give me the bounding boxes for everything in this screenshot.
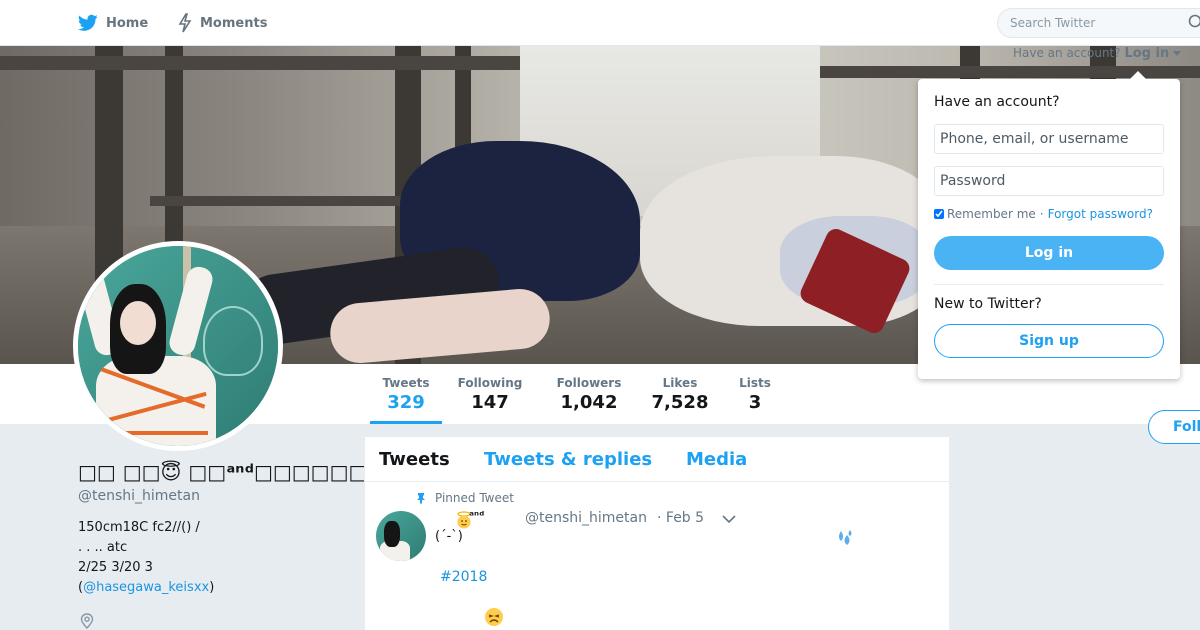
- stat-label: Likes: [662, 376, 698, 390]
- bio-line: 150cm18C fc2//() /: [78, 520, 200, 535]
- nav-home-label: Home: [106, 15, 149, 31]
- login-panel-title: Have an account?: [934, 94, 1060, 110]
- stat-value: 147: [471, 392, 509, 413]
- caret-down-icon[interactable]: [1173, 51, 1182, 57]
- tweet-date[interactable]: · Feb 5: [657, 510, 704, 526]
- tab-media[interactable]: Media: [686, 449, 747, 470]
- profile-name: □□ □□😇 □□ᵃⁿᵈ□□□□□□□: [78, 460, 387, 484]
- caret-down-icon[interactable]: [722, 515, 736, 524]
- timeline-divider: [365, 481, 951, 482]
- search-icon[interactable]: [1188, 14, 1200, 30]
- sweat-emoji-icon: [833, 529, 855, 551]
- bio-line: . . .. atc: [78, 540, 128, 555]
- tweet-hashtag[interactable]: #2018: [440, 569, 487, 585]
- stat-label: Followers: [556, 376, 622, 390]
- stat-value: 1,042: [560, 392, 618, 413]
- tab-tweets[interactable]: Tweets: [379, 449, 450, 470]
- separator-dot: ·: [1039, 207, 1044, 221]
- stat-tweets[interactable]: Tweets 329: [370, 364, 442, 424]
- twitter-bird-icon: [78, 14, 98, 31]
- username-field[interactable]: [934, 124, 1164, 154]
- login-panel-divider: [934, 284, 1164, 285]
- nav-home[interactable]: Home: [78, 0, 148, 46]
- search-input[interactable]: [997, 8, 1200, 38]
- login-button[interactable]: Log in: [934, 236, 1164, 270]
- tweet-author-handle[interactable]: @tenshi_himetan: [525, 510, 647, 526]
- pin-icon: [417, 493, 425, 504]
- pinned-text: Pinned Tweet: [435, 491, 514, 505]
- nav-moments[interactable]: Moments: [178, 0, 267, 46]
- remember-row: Remember me · Forgot password?: [934, 207, 1153, 221]
- stat-followers[interactable]: Followers 1,042: [552, 364, 626, 424]
- bio-line: (@hasegawa_keisxx): [78, 578, 214, 598]
- stat-lists[interactable]: Lists 3: [734, 364, 776, 424]
- stat-label: Tweets: [382, 376, 430, 390]
- password-field[interactable]: [934, 166, 1164, 196]
- stat-likes[interactable]: Likes 7,528: [648, 364, 712, 424]
- tired-emoji-icon: [484, 607, 504, 630]
- bio-paren: ): [209, 580, 215, 595]
- avatar-rope: [108, 431, 208, 435]
- profile-avatar[interactable]: [73, 241, 283, 451]
- tab-tweets-replies[interactable]: Tweets & replies: [484, 449, 652, 470]
- remember-me-label[interactable]: Remember me: [947, 207, 1036, 221]
- signup-button[interactable]: Sign up: [934, 324, 1164, 358]
- stat-value: 3: [748, 392, 762, 413]
- forgot-password-link[interactable]: Forgot password?: [1048, 207, 1153, 221]
- login-dropdown-toggle[interactable]: Log in: [1124, 46, 1169, 61]
- new-to-twitter-label: New to Twitter?: [934, 296, 1042, 312]
- avatar-chalk-doodle: [203, 306, 263, 376]
- top-navigation: Home Moments: [0, 0, 1200, 46]
- have-account-text: Have an account?: [1013, 46, 1121, 60]
- pinned-tweet-label: Pinned Tweet: [415, 491, 514, 505]
- lightning-icon: [178, 13, 192, 33]
- nav-moments-label: Moments: [200, 15, 268, 31]
- avatar-face: [120, 301, 156, 345]
- tweet-author-name[interactable]: ᵃⁿᵈ: [469, 509, 484, 522]
- stat-value: 7,528: [651, 392, 709, 413]
- have-account-prompt: Have an account? Log in: [1013, 46, 1182, 61]
- stat-label: Following: [457, 376, 523, 390]
- desk-bar: [0, 56, 520, 70]
- profile-bio: 150cm18C fc2//() / . . .. atc 2/25 3/20 …: [78, 518, 214, 598]
- profile-handle: @tenshi_himetan: [78, 488, 200, 504]
- tweet-avatar-hair: [384, 521, 400, 547]
- location-icon: [80, 613, 94, 629]
- follow-button[interactable]: Foll: [1148, 410, 1200, 444]
- stat-label: Lists: [739, 376, 771, 390]
- login-dropdown: Have an account? Remember me · Forgot pa…: [918, 71, 1180, 379]
- bio-line: 2/25 3/20 3: [78, 560, 153, 575]
- remember-me-checkbox[interactable]: [934, 209, 944, 219]
- stat-following[interactable]: Following 147: [454, 364, 526, 424]
- tweet-text: (´-`): [435, 529, 463, 544]
- tweet-avatar[interactable]: [376, 511, 426, 561]
- bio-mention-link[interactable]: @hasegawa_keisxx: [83, 580, 209, 595]
- timeline: Tweets Tweets & replies Media Pinned Twe…: [364, 436, 951, 630]
- stat-value: 329: [387, 392, 425, 413]
